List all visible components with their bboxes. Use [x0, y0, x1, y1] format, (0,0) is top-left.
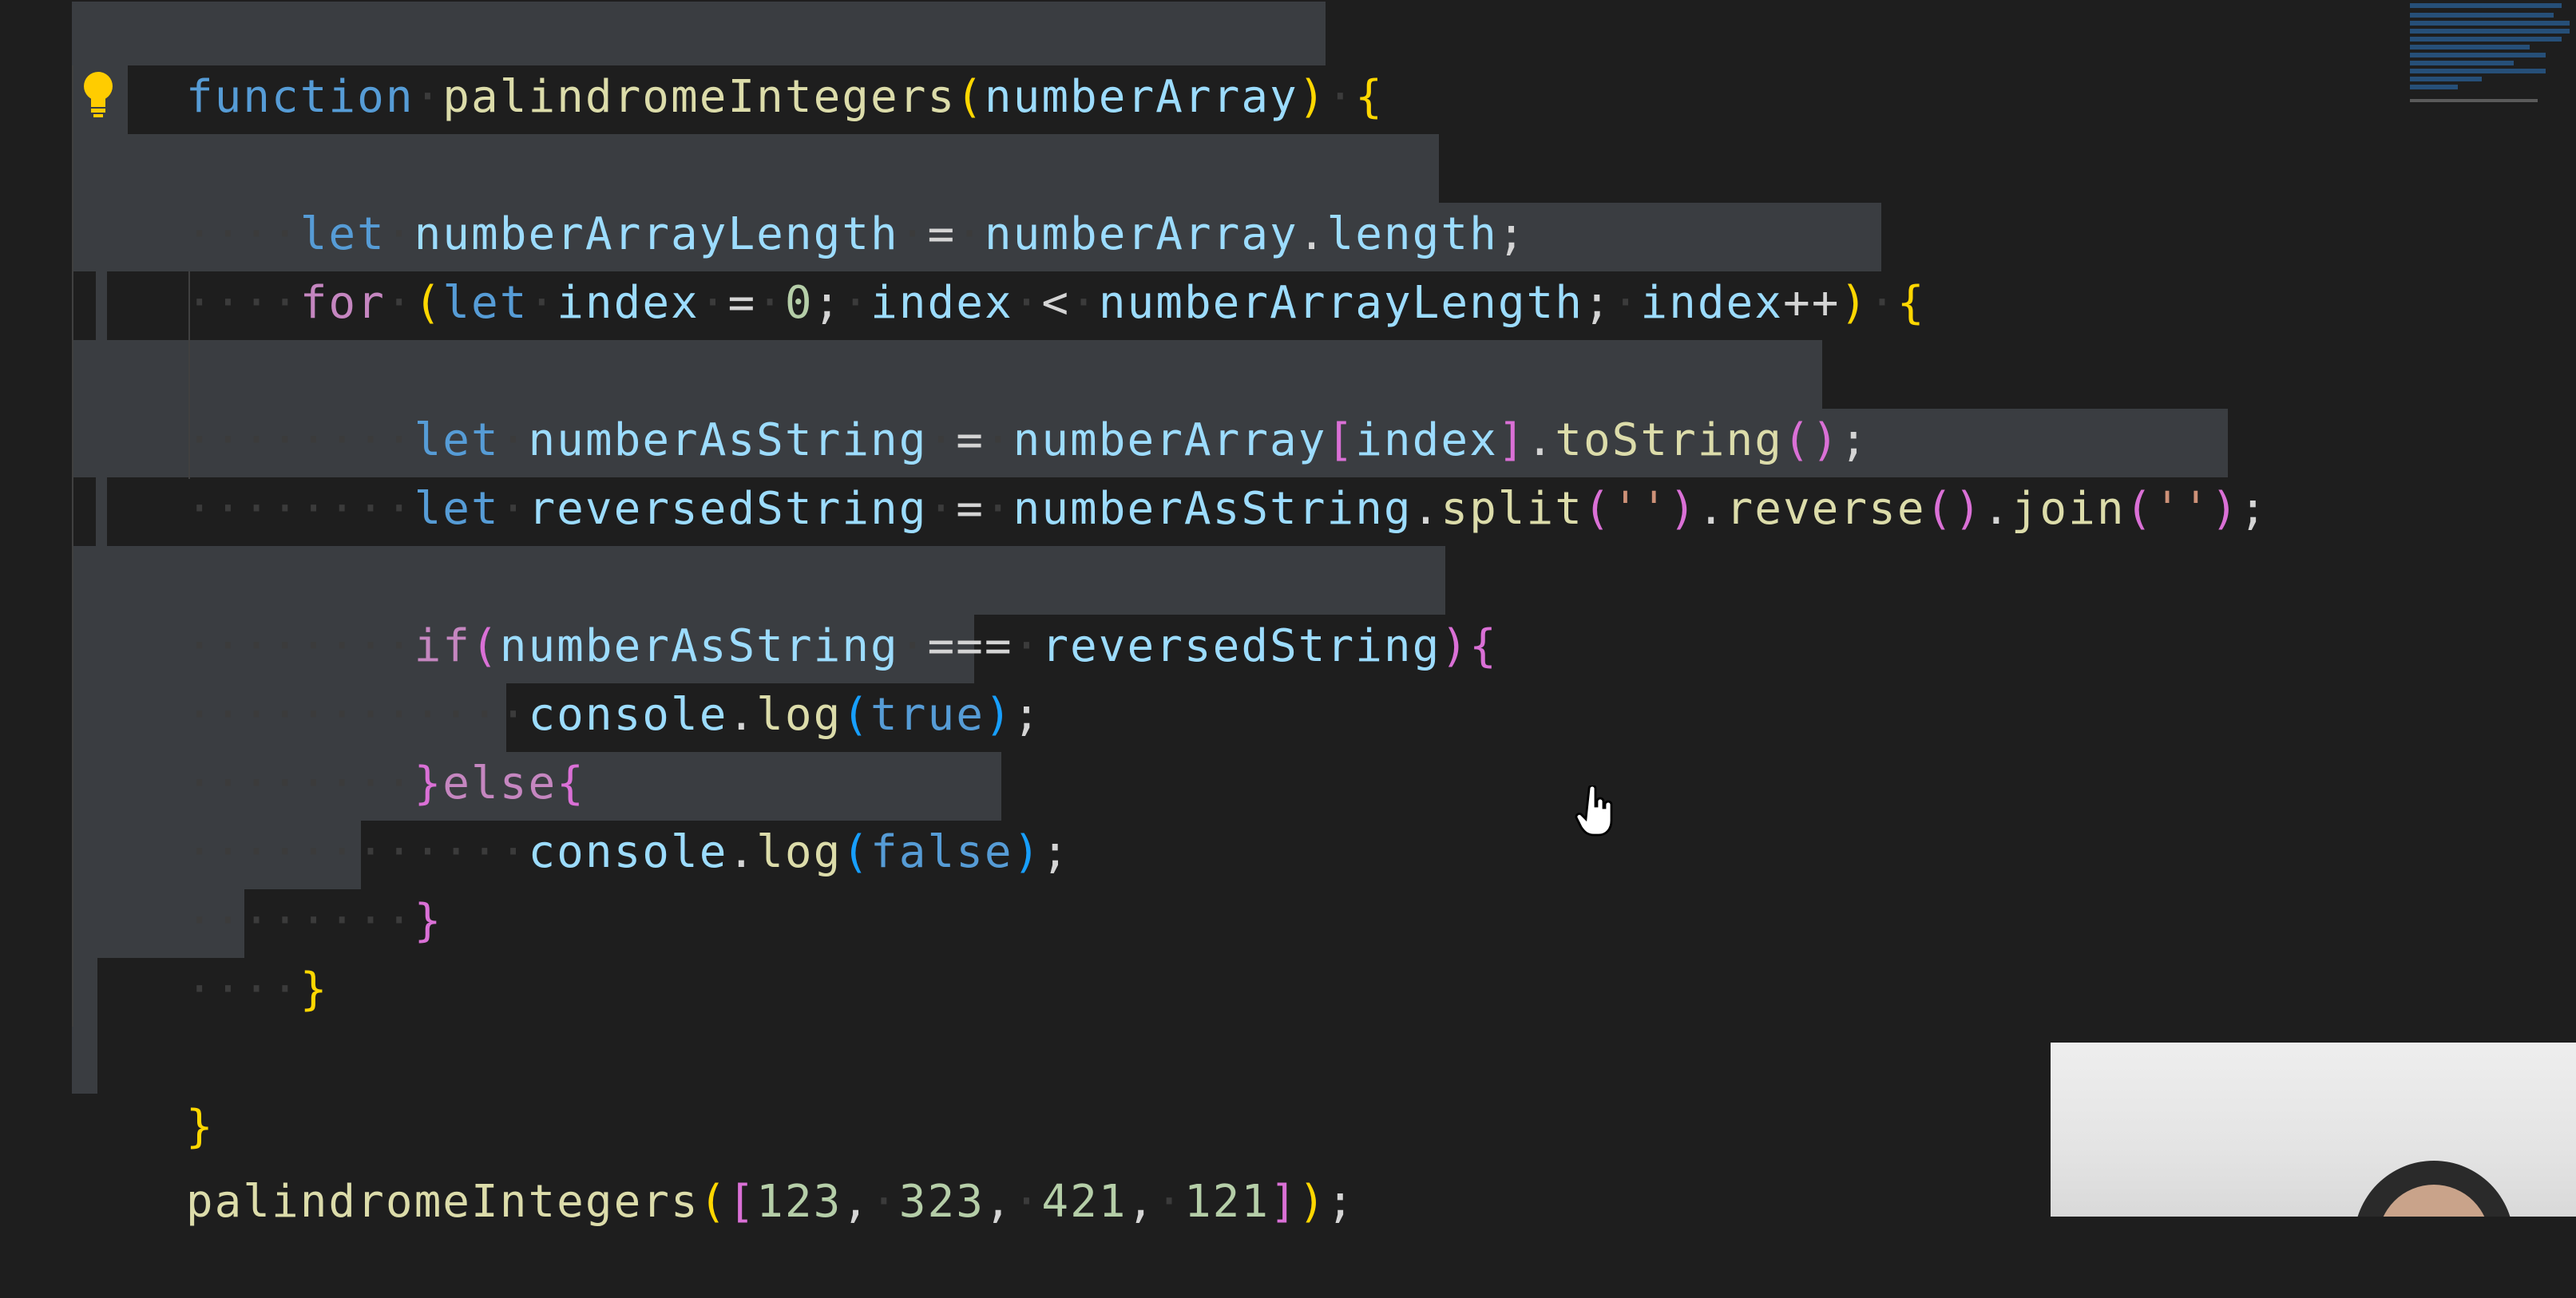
token: {	[1469, 620, 1498, 672]
token: let	[442, 277, 529, 329]
code-line-3: ····let·numberArrayLength·=·numberArray.…	[185, 208, 1527, 260]
token: palindromeIntegers	[185, 1176, 699, 1228]
token: ;	[1013, 689, 1042, 741]
token: numberAsString	[1013, 483, 1413, 535]
token: )	[1441, 620, 1470, 672]
token: palindromeIntegers	[442, 71, 957, 123]
token: )	[984, 689, 1013, 741]
token: (	[414, 277, 443, 329]
code-line-16: }	[72, 1031, 215, 1153]
token: false	[870, 826, 1013, 878]
token: 121	[1183, 1176, 1270, 1228]
token: (	[842, 826, 871, 878]
token: ''	[2154, 483, 2211, 535]
webcam-overlay	[2051, 1043, 2576, 1217]
token: log	[756, 826, 842, 878]
token: split	[1441, 483, 1583, 535]
token: reversedString	[1041, 620, 1441, 672]
code-line-10: ············console.log(true);	[185, 689, 1042, 741]
token: )	[2210, 483, 2240, 535]
token: .	[1697, 483, 1726, 535]
token: ''	[1611, 483, 1670, 535]
token: ,	[1127, 1176, 1156, 1228]
token: 123	[756, 1176, 842, 1228]
token: true	[870, 689, 985, 741]
token: ;	[1326, 1176, 1356, 1228]
code-line-1: function·palindromeIntegers(numberArray)…	[185, 71, 1384, 123]
token: =	[956, 483, 985, 535]
token: numberArrayLength	[1098, 277, 1583, 329]
token: )	[1013, 826, 1042, 878]
token: .	[1982, 483, 2011, 535]
hand-cursor-icon	[1575, 786, 1613, 837]
token: )	[1669, 483, 1698, 535]
token: (	[699, 1176, 728, 1228]
token: )	[1298, 1176, 1327, 1228]
token: ,	[842, 1176, 871, 1228]
code-line-13: ········}	[185, 895, 443, 947]
token: {	[1355, 71, 1384, 123]
token: (	[1583, 483, 1612, 535]
code-line-12: ············console.log(false);	[185, 826, 1071, 878]
token: log	[756, 689, 842, 741]
token: index	[1640, 277, 1783, 329]
code-line-9: ········if(numberAsString·===·reversedSt…	[185, 620, 1498, 672]
token: function	[185, 71, 414, 123]
code-editor[interactable]: function·palindromeIntegers(numberArray)…	[0, 0, 2576, 1228]
token: for	[299, 277, 386, 329]
token: reversedString	[528, 483, 928, 535]
token: ]	[1270, 1176, 1298, 1228]
token: )	[1840, 277, 1869, 329]
token: 323	[898, 1176, 985, 1228]
token: 0	[784, 277, 814, 329]
token: index	[557, 277, 699, 329]
token: [	[727, 1176, 757, 1228]
token: reverse	[1726, 483, 1926, 535]
token: ,	[984, 1176, 1013, 1228]
token: 421	[1041, 1176, 1127, 1228]
token: ;	[2239, 483, 2269, 535]
token: }	[299, 964, 329, 1015]
token: =	[727, 277, 757, 329]
code-line-14: ····}	[185, 964, 329, 1015]
code-line-17: palindromeIntegers([123,·323,·421,·121])…	[185, 1176, 1356, 1228]
minimap[interactable]	[2408, 0, 2576, 107]
code-line-6: ········let·numberAsString·=·numberArray…	[185, 414, 1869, 466]
code-line-4: ····for·(let·index·=·0;·index·<·numberAr…	[185, 277, 1926, 329]
token: .	[1412, 483, 1441, 535]
token: ;	[1583, 277, 1612, 329]
token: )	[1298, 71, 1327, 123]
token: ()	[1925, 483, 1983, 535]
code-line-11: ········}else{	[185, 758, 585, 809]
token: .	[727, 826, 757, 878]
token: <	[1041, 277, 1071, 329]
token: {	[1896, 277, 1926, 329]
token: ;	[813, 277, 842, 329]
token: }	[414, 895, 443, 947]
token: (	[2125, 483, 2154, 535]
token: (	[956, 71, 985, 123]
token: join	[2011, 483, 2126, 535]
token: numberArray	[984, 71, 1298, 123]
token: console	[528, 826, 728, 878]
token: let	[414, 483, 500, 535]
token: (	[842, 689, 871, 741]
token: .	[727, 689, 757, 741]
token: ;	[1041, 826, 1071, 878]
token: ++	[1782, 277, 1841, 329]
token: index	[870, 277, 1013, 329]
code-line-7: ········let·reversedString·=·numberAsStr…	[185, 483, 2269, 535]
